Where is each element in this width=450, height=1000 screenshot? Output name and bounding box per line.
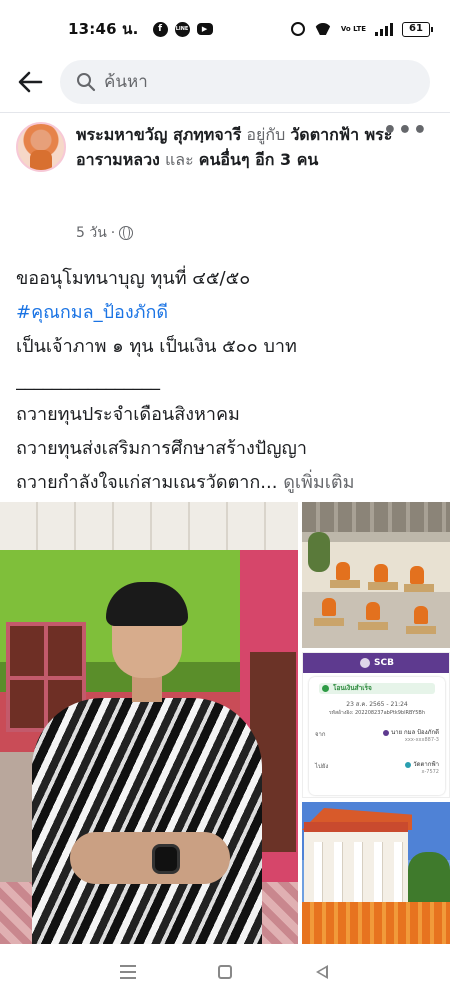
globe-icon [119,226,134,240]
meta-separator: · [110,225,116,241]
bank-icon [405,761,412,768]
search-header [0,58,450,106]
tagged-others-link[interactable]: คนอื่นๆ อีก 3 คน [199,150,319,169]
transfer-ref: รหัสอ้างอิง: 202208237abPtk9bIRBY5Bh [328,710,426,716]
watch-icon [152,844,180,874]
notification-icons: f LINE ▶ [152,21,213,37]
receipt-to-row: ไปยัง วัดตากฟ้า x-7572 [315,759,439,779]
youtube-icon: ▶ [196,23,213,35]
see-more-link[interactable]: ดูเพิ่มเติม [283,472,354,493]
bank-name: SCB [374,658,394,668]
system-nav-bar [0,944,450,1000]
back-triangle-icon [315,965,328,979]
search-icon [77,73,96,92]
battery-icon: 61 [402,21,433,37]
post-text-separator: ________________ [16,370,160,391]
signal-icon [375,22,393,36]
system-back-button[interactable] [307,957,337,987]
back-button[interactable] [12,64,48,100]
search-bar[interactable] [60,60,430,104]
scb-logo-icon [360,658,371,668]
post-text-line: ขออนุโมทนาบุญ ทุนที่ ๔๕/๕๐ [16,268,251,289]
line-icon: LINE [174,21,190,37]
author-name[interactable]: พระมหาขวัญ สุภทฺทจารี [76,125,241,144]
facebook-icon: f [152,21,168,37]
and-label: และ [164,150,194,169]
to-label: ไปยัง [315,763,329,770]
post-text-line: ถวายทุนส่งเสริมการศึกษาสร้างปัญญา [16,438,308,459]
status-time: 13:46 น. [68,20,139,38]
volte-indicator: Vo LTE [340,24,366,33]
photo-transfer-receipt[interactable]: SCB โอนเงินสำเร็จ 23 ส.ค. 2565 - 21:24 ร… [302,652,450,798]
wifi-icon [314,23,332,35]
from-name: นาย กมล ป้องภักดี [391,729,439,736]
more-horizontal-icon: ••• [382,118,428,143]
transfer-status: โอนเงินสำเร็จ [319,683,435,694]
to-name: วัดตากฟ้า [413,761,439,768]
header-divider [0,112,450,113]
post-text-line: เป็นเจ้าภาพ ๑ ทุน เป็นเงิน ๕๐๐ บาท [16,336,297,357]
receipt-from-row: จาก นาย กมล ป้องภักดี xxx-xxx887-3 [315,727,439,747]
to-account: x-7572 [421,769,440,775]
scb-bank-icon [383,729,390,736]
post-author-line: พระมหาขวัญ สุภทฺทจารี อยู่กับ วัดตากฟ้า … [76,122,396,172]
post-timestamp[interactable]: 5 วัน [76,222,107,244]
author-avatar[interactable] [16,122,66,172]
post-text: ขออนุโมทนาบุญ ทุนที่ ๔๕/๕๐ #คุณกมล_ป้องภ… [16,262,436,500]
menu-lines-icon [120,965,137,979]
post-text-line: ถวายทุนประจำเดือนสิงหาคม [16,404,240,425]
scb-header: SCB [303,653,449,673]
post-meta: 5 วัน · [76,222,134,244]
with-label: อยู่กับ [246,125,286,144]
home-button[interactable] [210,957,240,987]
arrow-left-icon [18,71,43,93]
from-label: จาก [315,731,326,738]
transfer-date: 23 ส.ค. 2565 - 21:24 [346,701,408,708]
alarm-icon [290,22,305,36]
post-header: พระมหาขวัญ สุภทฺทจารี อยู่กับ วัดตากฟ้า … [0,118,450,248]
more-options-button[interactable]: ••• [383,120,428,142]
recent-apps-button[interactable] [113,957,143,987]
photo-temple[interactable] [302,802,450,944]
post-text-line: ถวายกำลังใจแก่สามเณรวัดตาก... ดูเพิ่มเติ… [16,466,436,500]
hashtag-link[interactable]: #คุณกมล_ป้องภักดี [16,296,436,330]
search-input[interactable] [104,72,384,92]
photo-grid: SCB โอนเงินสำเร็จ 23 ส.ค. 2565 - 21:24 ร… [0,502,450,944]
from-account: xxx-xxx887-3 [404,737,439,743]
system-icons: Vo LTE 61 [290,21,433,37]
home-square-icon [217,965,232,979]
post-text-truncated: ถวายกำลังใจแก่สามเณรวัดตาก... [16,472,278,493]
status-bar: 13:46 น. f LINE ▶ Vo LTE 61 [0,0,450,58]
receipt-card: โอนเงินสำเร็จ 23 ส.ค. 2565 - 21:24 รหัสอ… [309,677,445,795]
photo-classroom[interactable] [302,502,450,648]
photo-donor-portrait[interactable] [0,502,298,944]
